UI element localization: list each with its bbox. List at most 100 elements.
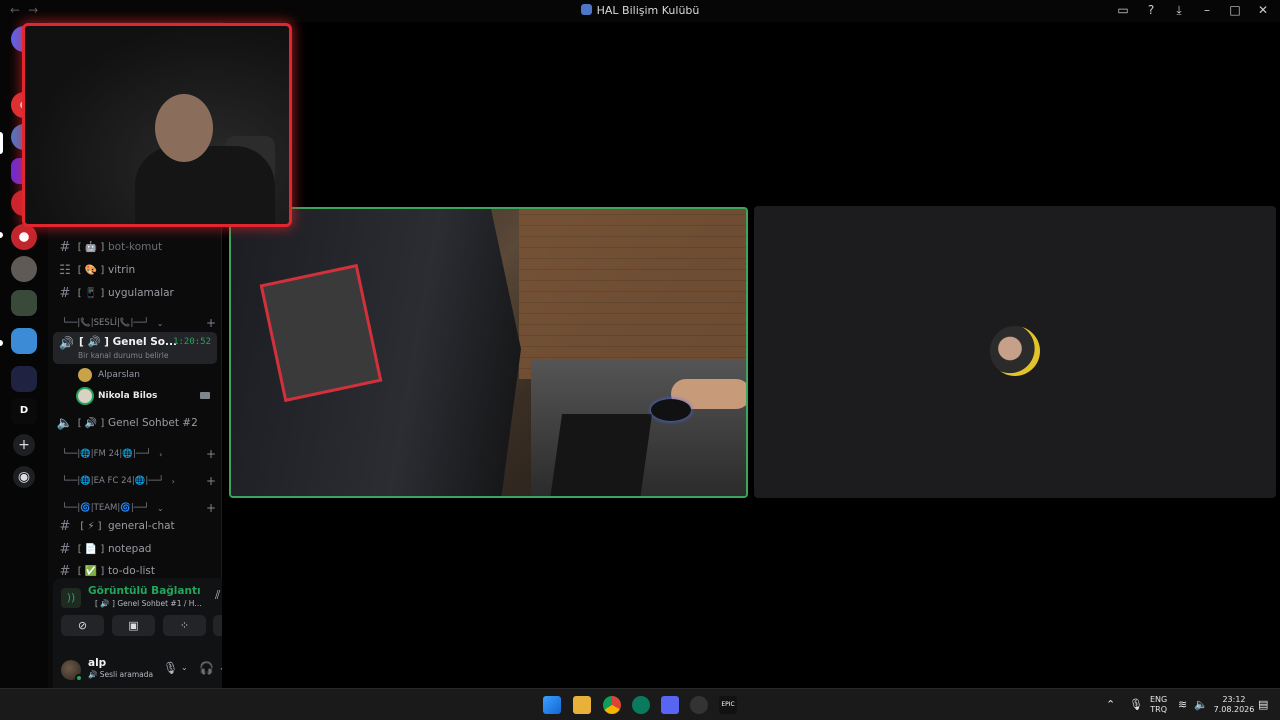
- discord-icon[interactable]: [661, 696, 679, 714]
- headphones-icon[interactable]: 🎧: [199, 661, 214, 675]
- channel-status[interactable]: Bir kanal durumu belirle: [78, 351, 168, 360]
- title-bar: ← → HAL Bilişim Kulübü ▭ ? ⤓ – □ ✕: [0, 0, 1280, 22]
- add-channel-icon[interactable]: +: [206, 474, 216, 488]
- avatar: [78, 389, 92, 403]
- hash-icon: #: [59, 518, 71, 534]
- camera-off-icon: ⊘: [77, 619, 88, 632]
- category-fm24[interactable]: └──|🌐|FM 24|🌐|──┘ › +: [62, 447, 216, 461]
- channel-notepad[interactable]: # [ 📄 ] notepad: [56, 539, 216, 559]
- wifi-icon[interactable]: ≋: [1178, 698, 1187, 711]
- voice-channel-label: Genel So...: [112, 336, 177, 348]
- file-explorer-icon[interactable]: [573, 696, 591, 714]
- channel-vitrin[interactable]: ☷ [ 🎨 ] vitrin: [56, 260, 216, 280]
- voice-user[interactable]: Alparslan: [78, 366, 140, 384]
- steam-icon[interactable]: [690, 696, 708, 714]
- add-channel-icon[interactable]: +: [206, 501, 216, 515]
- notification-icon[interactable]: ▤: [1258, 698, 1268, 711]
- maximize-icon[interactable]: □: [1228, 3, 1242, 18]
- channel-name: to-do-list: [108, 565, 156, 577]
- category-eafc24[interactable]: └──|🌐|EA FC 24|🌐|──┘ › +: [62, 474, 216, 488]
- camera-off-button[interactable]: ⊘: [61, 615, 104, 636]
- help-icon[interactable]: ?: [1144, 3, 1158, 18]
- avatar: [990, 326, 1040, 376]
- channel-emoji: [ 🤖 ]: [77, 241, 105, 253]
- volume-icon[interactable]: 🔈: [1194, 698, 1208, 711]
- language-indicator[interactable]: ENG TRQ: [1150, 695, 1167, 715]
- category-label: └──|🌐|FM 24|🌐|──┘: [62, 449, 152, 459]
- video-content: [155, 94, 213, 162]
- epic-games-icon[interactable]: EPIC: [719, 696, 737, 714]
- channel-uygulamalar[interactable]: # [ 📱 ] uygulamalar: [56, 283, 216, 303]
- chevron-down-icon[interactable]: ⌄: [181, 663, 188, 672]
- taskbar: EPIC ⌃ 🎙 ENG TRQ ≋ 🔈 23:12 7.08.2026 ▤: [0, 688, 1280, 720]
- screen-share-button[interactable]: ▣: [112, 615, 155, 636]
- voice-user[interactable]: Nikola Bilos: [78, 387, 157, 405]
- server-folder[interactable]: [11, 290, 37, 316]
- window-title-text: HAL Bilişim Kulübü: [596, 4, 700, 17]
- folder-icon[interactable]: [11, 366, 37, 392]
- language-top: ENG: [1150, 695, 1168, 704]
- noise-suppression-icon[interactable]: ⫽: [215, 588, 220, 603]
- voice-channel-active[interactable]: 🔊 [ 🔊 ] Genel So... 1:20:52 Bir kanal du…: [53, 332, 217, 364]
- chevron-up-icon[interactable]: ⌃: [1106, 698, 1115, 711]
- voice-user-name: Nikola Bilos: [98, 391, 158, 401]
- activity-button[interactable]: ⁘: [163, 615, 206, 636]
- server-avatar[interactable]: D: [11, 398, 37, 424]
- chevron-right-icon: ›: [171, 476, 175, 486]
- activity-icon: ⁘: [179, 619, 190, 632]
- download-icon[interactable]: ⤓: [1172, 3, 1186, 18]
- signal-icon[interactable]: )): [61, 588, 81, 608]
- chevron-down-icon: ⌄: [156, 318, 164, 328]
- add-server-icon[interactable]: +: [13, 434, 35, 456]
- add-channel-icon[interactable]: +: [206, 447, 216, 461]
- channel-name: Genel Sohbet #2: [108, 417, 198, 429]
- voice-channel-genel-2[interactable]: 🔈 [ 🔊 ] Genel Sohbet #2: [56, 413, 216, 433]
- chrome-icon[interactable]: [603, 696, 621, 714]
- channel-name: vitrin: [108, 264, 136, 276]
- server-avatar[interactable]: [11, 256, 37, 282]
- channel-name: bot-komut: [108, 241, 163, 253]
- language-bottom: TRQ: [1150, 705, 1167, 714]
- clock[interactable]: 23:12 7.08.2026: [1212, 695, 1256, 715]
- discover-icon[interactable]: ◉: [13, 466, 35, 488]
- online-status-icon: [75, 674, 83, 682]
- app-icon[interactable]: [632, 696, 650, 714]
- username[interactable]: alp: [88, 657, 106, 669]
- channel-bot-komut[interactable]: # [ 🤖 ] bot-komut: [56, 237, 216, 257]
- minimize-icon[interactable]: –: [1200, 3, 1214, 18]
- chevron-right-icon: ›: [159, 449, 163, 459]
- server-folder[interactable]: [11, 328, 37, 354]
- category-label: └──|📞|SESLİ|📞|──┘: [62, 318, 149, 328]
- voice-channel-prefix: [ 🔊 ]: [79, 336, 109, 348]
- add-channel-icon[interactable]: +: [206, 316, 216, 330]
- user-status: 🔊 Sesli aramada: [88, 670, 154, 679]
- voice-connection-subtitle[interactable]: [ 🔊 ] Genel Sohbet #1 / HAL ...: [95, 599, 205, 608]
- video-tile-participant[interactable]: [754, 206, 1276, 498]
- category-sesli[interactable]: └──|📞|SESLİ|📞|──┘ ⌄ +: [62, 316, 216, 330]
- voice-connection-title[interactable]: Görüntülü Bağlantı Kuruldu: [88, 585, 204, 597]
- avatar: [78, 368, 92, 382]
- inbox-icon[interactable]: ▭: [1116, 3, 1130, 18]
- channel-name: general-chat: [108, 520, 175, 532]
- microphone-icon[interactable]: 🎙: [1129, 698, 1143, 711]
- hash-icon: #: [59, 285, 71, 301]
- close-icon[interactable]: ✕: [1256, 3, 1270, 18]
- channel-name: uygulamalar: [108, 287, 174, 299]
- speaker-icon: 🔊: [59, 336, 74, 350]
- category-label: └──|🌐|EA FC 24|🌐|──┘: [62, 476, 164, 486]
- microphone-icon[interactable]: 🎙: [163, 661, 178, 675]
- video-content: [651, 399, 691, 421]
- forum-icon: ☷: [59, 262, 71, 278]
- video-tile-speaking[interactable]: [229, 207, 748, 498]
- channel-general-chat[interactable]: # [ ⚡ ] general-chat: [56, 516, 216, 536]
- avatar[interactable]: [61, 660, 83, 682]
- category-team[interactable]: └──|🌀|TEAM|🌀|──┘ ⌄ +: [62, 501, 216, 515]
- server-selected-indicator: [0, 132, 3, 154]
- channel-name: notepad: [108, 543, 152, 555]
- channel-emoji: [ ⚡ ]: [80, 520, 102, 532]
- channel-emoji: [ 📄 ]: [77, 543, 105, 555]
- windows-start-icon[interactable]: [543, 696, 561, 714]
- server-avatar[interactable]: [11, 224, 37, 250]
- pip-camera-feed[interactable]: [22, 23, 292, 227]
- call-timer: 1:20:52: [173, 337, 211, 347]
